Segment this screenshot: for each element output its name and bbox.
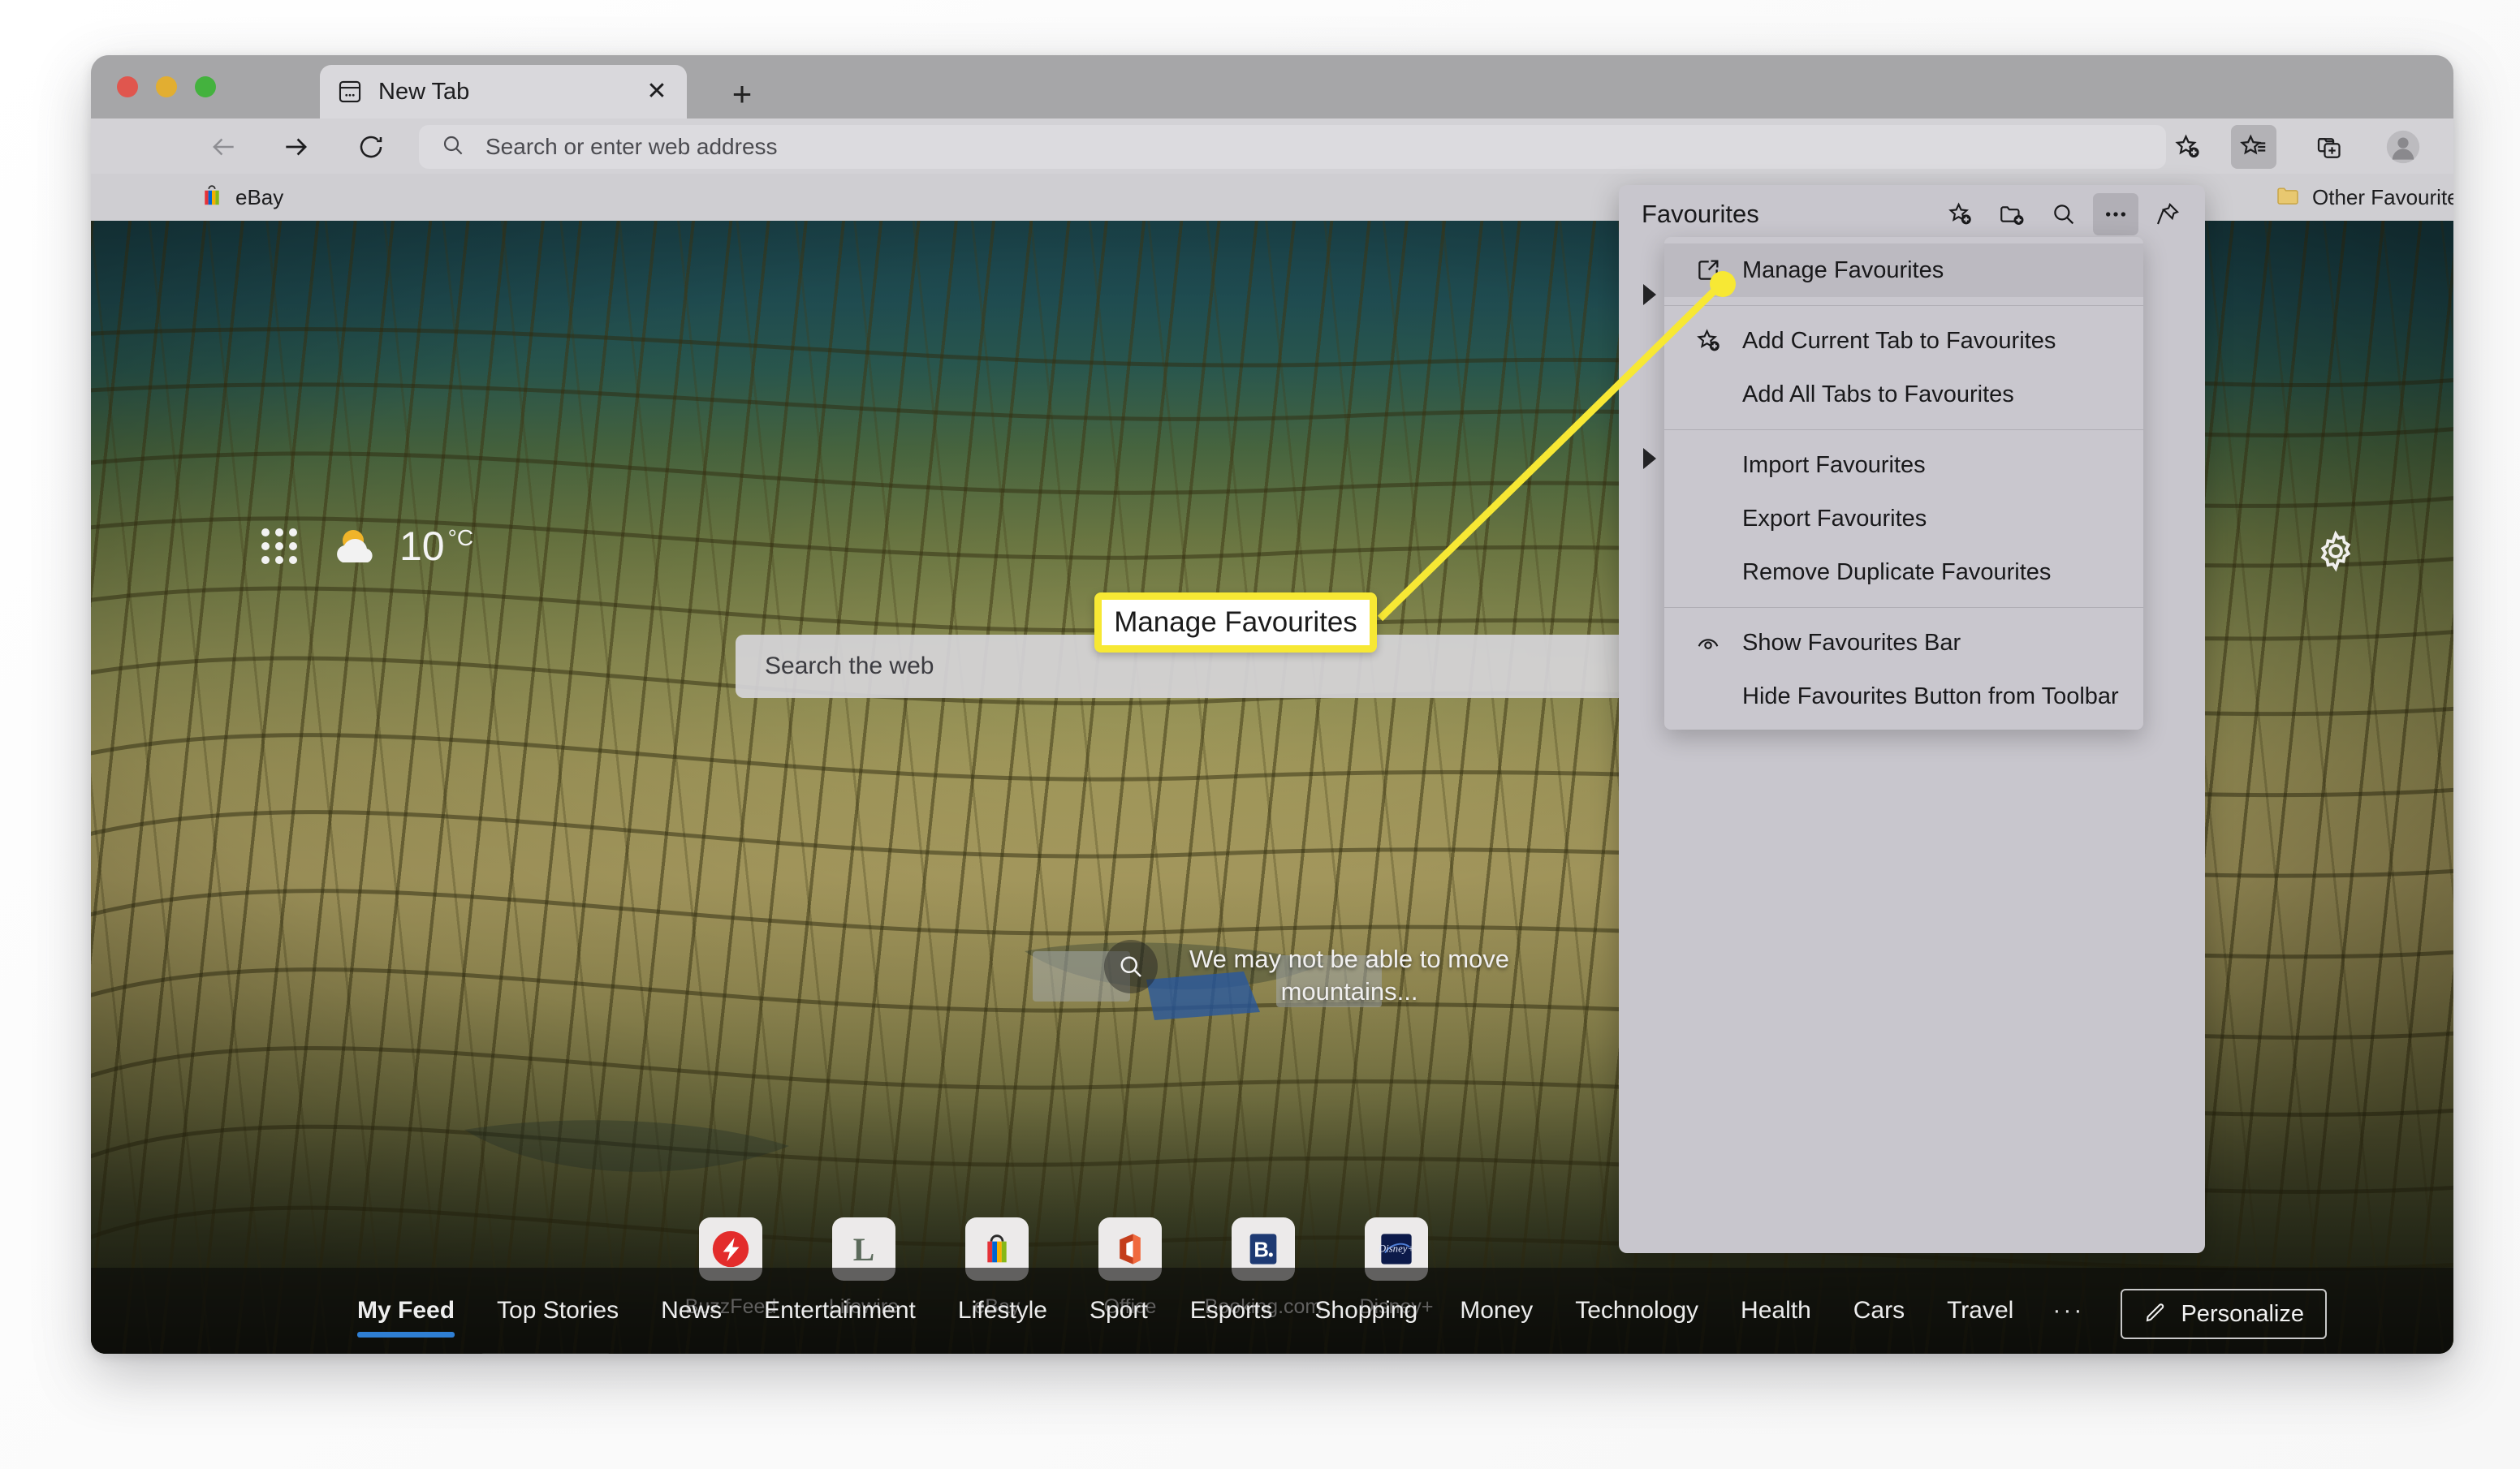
favourites-bar-item-label: eBay bbox=[235, 184, 284, 209]
reload-button[interactable] bbox=[352, 128, 390, 166]
menu-item-label: Add All Tabs to Favourites bbox=[1742, 381, 2014, 407]
menu-item-label: Import Favourites bbox=[1742, 451, 1926, 478]
expand-triangle-icon[interactable] bbox=[1643, 448, 1656, 469]
ebay-bag-icon bbox=[200, 183, 224, 212]
image-quote-text: We may not be able to move mountains... bbox=[1189, 945, 1510, 1006]
close-window-button[interactable] bbox=[117, 76, 138, 97]
feed-nav-item-entertainment[interactable]: Entertainment bbox=[743, 1297, 937, 1325]
favourites-button[interactable] bbox=[2231, 125, 2276, 169]
favourites-panel-header: Favourites bbox=[1619, 185, 2205, 243]
folder-plus-icon[interactable] bbox=[1989, 193, 2035, 235]
menu-separator bbox=[1664, 607, 2143, 608]
minimize-window-button[interactable] bbox=[156, 76, 177, 97]
menu-item-add-current-tab[interactable]: Add Current Tab to Favourites bbox=[1664, 314, 2143, 368]
feed-navigation: My Feed Top Stories News Entertainment L… bbox=[91, 1268, 2453, 1354]
titlebar: New Tab ✕ + bbox=[91, 55, 2453, 118]
menu-item-hide-favourites-button[interactable]: Hide Favourites Button from Toolbar bbox=[1664, 670, 2143, 723]
personalize-label: Personalize bbox=[2181, 1300, 2304, 1327]
menu-item-label: Export Favourites bbox=[1742, 505, 1927, 532]
weather-temperature: 10 °C bbox=[399, 523, 474, 569]
screenshot-stage: New Tab ✕ + Search or enter web address … bbox=[0, 0, 2520, 1469]
pencil-icon bbox=[2143, 1300, 2168, 1329]
feed-nav-item-health[interactable]: Health bbox=[1720, 1297, 1832, 1325]
favourites-bar-item-ebay[interactable]: eBay bbox=[200, 182, 283, 213]
feed-nav-item-money[interactable]: Money bbox=[1439, 1297, 1554, 1325]
menu-item-label: Show Favourites Bar bbox=[1742, 629, 1961, 656]
settings-and-more-button[interactable] bbox=[2452, 125, 2453, 169]
expand-triangle-icon[interactable] bbox=[1643, 284, 1656, 305]
new-tab-page-icon bbox=[336, 78, 364, 106]
menu-item-remove-duplicate-favourites[interactable]: Remove Duplicate Favourites bbox=[1664, 545, 2143, 599]
feed-nav-item-shopping[interactable]: Shopping bbox=[1293, 1297, 1439, 1325]
favourites-panel-actions bbox=[1937, 193, 2190, 235]
pin-icon[interactable] bbox=[2145, 193, 2190, 235]
menu-item-import-favourites[interactable]: Import Favourites bbox=[1664, 438, 2143, 492]
maximize-window-button[interactable] bbox=[195, 76, 216, 97]
feed-nav-item-technology[interactable]: Technology bbox=[1554, 1297, 1720, 1325]
feed-nav-item-news[interactable]: News bbox=[640, 1297, 743, 1325]
address-bar-placeholder: Search or enter web address bbox=[485, 134, 778, 159]
svg-text:L: L bbox=[853, 1232, 874, 1268]
feed-nav-item-sport[interactable]: Sport bbox=[1068, 1297, 1169, 1325]
menu-separator bbox=[1664, 305, 2143, 306]
weather-widget[interactable]: 10 °C bbox=[261, 523, 473, 570]
tab-title: New Tab bbox=[378, 78, 470, 105]
svg-text:Disney+: Disney+ bbox=[1378, 1243, 1414, 1255]
menu-item-label: Add Current Tab to Favourites bbox=[1742, 327, 2056, 354]
sun-behind-cloud-icon bbox=[331, 527, 382, 566]
eye-icon bbox=[1692, 627, 1724, 659]
search-icon bbox=[440, 132, 466, 162]
traffic-lights bbox=[117, 76, 216, 97]
svg-text:B: B bbox=[1254, 1239, 1269, 1261]
profile-avatar[interactable] bbox=[2380, 125, 2426, 169]
search-icon[interactable] bbox=[2041, 193, 2086, 235]
address-bar[interactable]: Search or enter web address bbox=[419, 125, 2166, 169]
menu-item-label: Remove Duplicate Favourites bbox=[1742, 558, 2052, 585]
feed-nav-items: My Feed Top Stories News Entertainment L… bbox=[336, 1297, 2102, 1338]
navigation-toolbar: Search or enter web address bbox=[91, 118, 2453, 174]
add-to-favourites-button[interactable] bbox=[2164, 125, 2210, 169]
feed-nav-item-esports[interactable]: Esports bbox=[1169, 1297, 1294, 1325]
menu-item-label: Manage Favourites bbox=[1742, 256, 1944, 283]
temperature-unit: °C bbox=[447, 525, 474, 551]
menu-separator bbox=[1664, 429, 2143, 430]
menu-item-show-favourites-bar[interactable]: Show Favourites Bar bbox=[1664, 616, 2143, 670]
forward-button[interactable] bbox=[278, 128, 315, 166]
close-icon[interactable]: ✕ bbox=[643, 78, 671, 106]
menu-item-add-all-tabs[interactable]: Add All Tabs to Favourites bbox=[1664, 368, 2143, 421]
annotation-label: Manage Favourites bbox=[1114, 606, 1357, 638]
back-button[interactable] bbox=[205, 128, 242, 166]
feed-nav-item-travel[interactable]: Travel bbox=[1926, 1297, 2035, 1325]
favourites-context-menu: Manage Favourites Add Current Tab to Fav… bbox=[1664, 237, 2143, 730]
browser-tab[interactable]: New Tab ✕ bbox=[320, 65, 687, 118]
personalize-button[interactable]: Personalize bbox=[2121, 1289, 2327, 1339]
new-tab-button[interactable]: + bbox=[726, 77, 758, 111]
open-external-icon bbox=[1692, 254, 1724, 286]
favourites-bar-item-label: Other Favourites bbox=[2312, 184, 2453, 209]
star-plus-icon bbox=[1692, 325, 1724, 357]
feed-nav-item-top-stories[interactable]: Top Stories bbox=[476, 1297, 640, 1325]
more-options-icon[interactable] bbox=[2093, 193, 2138, 235]
feed-nav-item-lifestyle[interactable]: Lifestyle bbox=[937, 1297, 1068, 1325]
feed-nav-overflow-button[interactable]: ··· bbox=[2035, 1297, 2102, 1325]
collections-button[interactable] bbox=[2306, 125, 2351, 169]
image-search-badge[interactable] bbox=[1104, 940, 1158, 993]
app-grid-icon[interactable] bbox=[261, 528, 297, 564]
menu-item-manage-favourites[interactable]: Manage Favourites bbox=[1664, 243, 2143, 297]
favourites-bar-item-other-favourites[interactable]: Other Favourites bbox=[2275, 182, 2453, 213]
page-search-placeholder: Search the web bbox=[765, 653, 934, 679]
annotation-callout: Manage Favourites bbox=[1094, 592, 1377, 653]
menu-item-export-favourites[interactable]: Export Favourites bbox=[1664, 492, 2143, 545]
gear-icon[interactable] bbox=[2314, 529, 2358, 573]
favourites-panel-title: Favourites bbox=[1642, 200, 1759, 228]
feed-nav-item-my-feed[interactable]: My Feed bbox=[336, 1297, 476, 1338]
add-favourite-icon[interactable] bbox=[1937, 193, 1983, 235]
feed-nav-item-cars[interactable]: Cars bbox=[1832, 1297, 1926, 1325]
menu-item-label: Hide Favourites Button from Toolbar bbox=[1742, 683, 2119, 709]
folder-icon bbox=[2275, 183, 2301, 213]
